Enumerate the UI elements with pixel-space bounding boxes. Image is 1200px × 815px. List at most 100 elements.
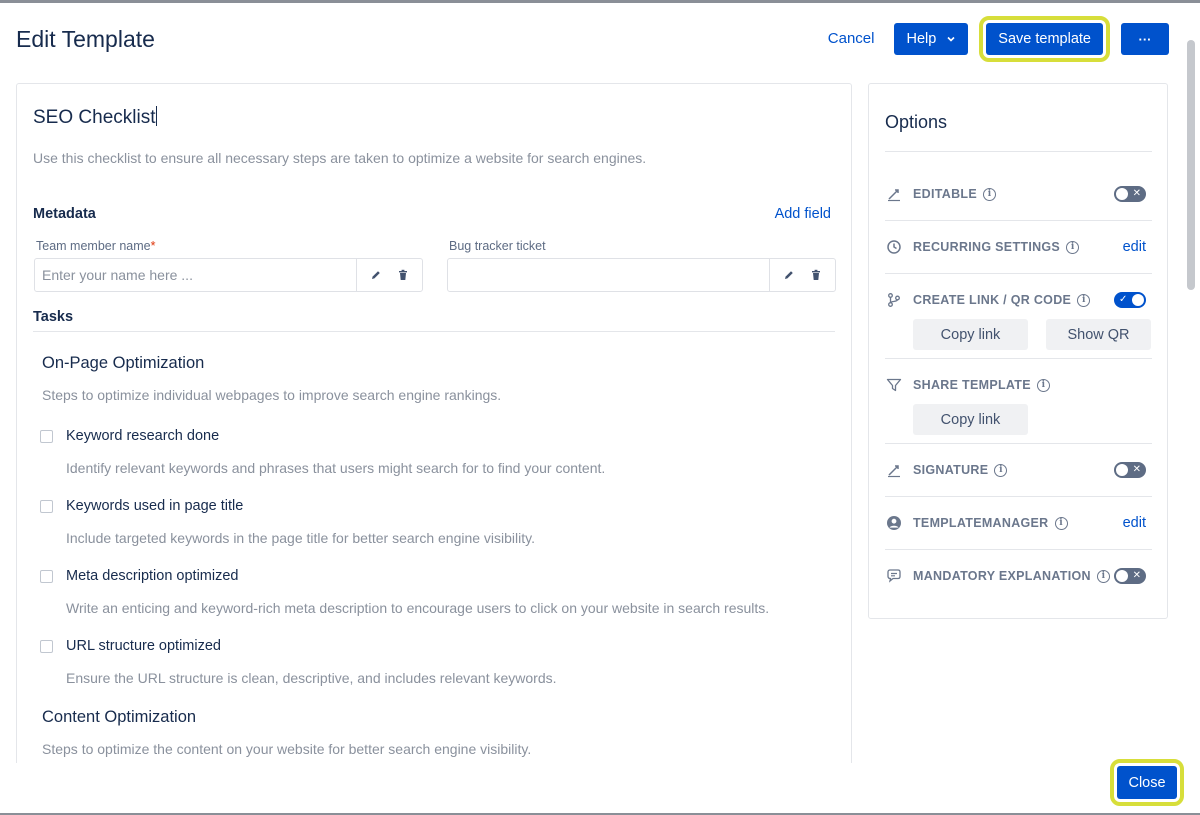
filter-funnel-icon (885, 376, 903, 394)
share-copy-link-button[interactable]: Copy link (913, 404, 1028, 435)
option-share-template: SHARE TEMPLATE i (885, 375, 1152, 395)
task-group-title[interactable]: On-Page Optimization (42, 354, 204, 373)
task-name[interactable]: URL structure optimized (66, 638, 221, 654)
options-title: Options (885, 112, 948, 132)
info-icon[interactable]: i (1036, 378, 1050, 392)
window-top-border (0, 0, 1200, 3)
task-name[interactable]: Meta description optimized (66, 568, 238, 584)
task-name[interactable]: Keyword research done (66, 428, 219, 444)
close-button[interactable]: Close (1110, 759, 1184, 806)
metadata-field-team-member: Team member name* (34, 239, 423, 292)
info-icon[interactable]: i (1096, 569, 1110, 583)
task-description[interactable]: Identify relevant keywords and phrases t… (66, 460, 830, 476)
toggle-on-mark: ✓ (1119, 294, 1128, 305)
task-group-description[interactable]: Steps to optimize the content on your we… (42, 741, 531, 757)
task-name[interactable]: Keywords used in page title (66, 498, 243, 514)
copy-link-button[interactable]: Copy link (913, 319, 1028, 350)
add-field-link[interactable]: Add field (775, 206, 831, 222)
mandatory-explanation-toggle[interactable]: ✕ (1114, 568, 1146, 584)
task-checkbox[interactable] (40, 569, 53, 583)
divider (885, 496, 1152, 497)
task-checkbox[interactable] (40, 639, 53, 653)
option-label: CREATE LINK / QR CODE (913, 293, 1072, 307)
save-template-button[interactable]: Save template (979, 16, 1110, 62)
info-icon[interactable]: i (1066, 240, 1080, 254)
task-description[interactable]: Ensure the URL structure is clean, descr… (66, 670, 830, 686)
toggle-knob (1116, 188, 1128, 200)
task-group-description[interactable]: Steps to optimize individual webpages to… (42, 387, 501, 403)
bug-tracker-input[interactable] (448, 259, 769, 291)
toggle-off-mark: ✕ (1132, 188, 1141, 199)
signature-pen-icon (885, 461, 903, 479)
task-description[interactable]: Include targeted keywords in the page ti… (66, 530, 830, 546)
team-member-label-text: Team member name (36, 239, 151, 253)
option-create-link: CREATE LINK / QR CODE i ✓ (885, 290, 1152, 310)
toggle-off-mark: ✕ (1132, 570, 1141, 581)
info-icon[interactable]: i (1054, 516, 1068, 530)
page-title: Edit Template (16, 26, 155, 52)
signature-pen-icon (885, 185, 903, 203)
signature-toggle[interactable]: ✕ (1114, 462, 1146, 478)
divider (33, 331, 835, 332)
task-checkbox[interactable] (40, 499, 53, 513)
cancel-button[interactable]: Cancel (820, 23, 883, 55)
option-label: SIGNATURE (913, 463, 989, 477)
task-item: URL structure optimized Ensure the URL s… (40, 638, 830, 686)
trash-icon[interactable] (397, 269, 409, 281)
trash-icon[interactable] (810, 269, 822, 281)
divider (885, 443, 1152, 444)
create-link-toggle[interactable]: ✓ (1114, 292, 1146, 308)
toggle-off-mark: ✕ (1132, 464, 1141, 475)
option-label: EDITABLE (913, 187, 977, 201)
task-description[interactable]: Write an enticing and keyword-rich meta … (66, 600, 830, 616)
bug-tracker-field-box (447, 258, 836, 292)
header-actions: Cancel Help Save template ··· (820, 16, 1169, 62)
option-label: MANDATORY EXPLANATION (913, 569, 1091, 583)
option-mandatory-explanation: MANDATORY EXPLANATION i ✕ (885, 566, 1152, 586)
more-actions-button[interactable]: ··· (1121, 23, 1169, 55)
toggle-knob (1116, 464, 1128, 476)
help-button[interactable]: Help (894, 23, 969, 55)
toggle-knob (1132, 294, 1144, 306)
info-icon[interactable]: i (994, 463, 1008, 477)
pencil-icon[interactable] (370, 269, 382, 281)
info-icon[interactable]: i (1077, 293, 1091, 307)
text-caret (156, 106, 158, 126)
checklist-description[interactable]: Use this checklist to ensure all necessa… (33, 150, 646, 166)
task-group-title[interactable]: Content Optimization (42, 708, 196, 727)
info-icon[interactable]: i (982, 187, 996, 201)
checklist-title-field[interactable]: SEO Checklist (33, 106, 158, 129)
option-signature: SIGNATURE i ✕ (885, 460, 1152, 480)
options-panel: Options EDITABLE i ✕ RECURRING SETTINGS … (868, 83, 1168, 619)
required-asterisk: * (150, 239, 156, 253)
branch-icon (885, 291, 903, 309)
task-item: Keyword research done Identify relevant … (40, 428, 830, 476)
scrollbar-thumb[interactable] (1187, 40, 1195, 290)
task-checkbox[interactable] (40, 429, 53, 443)
divider (885, 220, 1152, 221)
recurring-edit-link[interactable]: edit (1123, 239, 1146, 255)
toggle-knob (1116, 570, 1128, 582)
option-editable: EDITABLE i ✕ (885, 184, 1152, 204)
clock-icon (885, 238, 903, 256)
task-item: Meta description optimized Write an enti… (40, 568, 830, 616)
editable-toggle[interactable]: ✕ (1114, 186, 1146, 202)
option-label: TEMPLATEMANAGER (913, 516, 1049, 530)
user-circle-icon (885, 514, 903, 532)
option-template-manager: TEMPLATEMANAGER i edit (885, 513, 1152, 533)
checklist-title: SEO Checklist (33, 107, 156, 128)
metadata-heading: Metadata (33, 206, 96, 222)
pencil-icon[interactable] (783, 269, 795, 281)
tasks-heading: Tasks (33, 309, 74, 325)
help-button-label: Help (906, 31, 937, 47)
template-manager-edit-link[interactable]: edit (1123, 515, 1146, 531)
option-recurring-settings: RECURRING SETTINGS i edit (885, 237, 1152, 257)
show-qr-button[interactable]: Show QR (1046, 319, 1151, 350)
template-editor-card: SEO Checklist Use this checklist to ensu… (16, 83, 852, 763)
field-actions (769, 259, 835, 291)
divider (885, 358, 1152, 359)
option-label: SHARE TEMPLATE (913, 378, 1031, 392)
task-item: Keywords used in page title Include targ… (40, 498, 830, 546)
team-member-input[interactable] (35, 259, 356, 291)
team-member-field-box (34, 258, 423, 292)
